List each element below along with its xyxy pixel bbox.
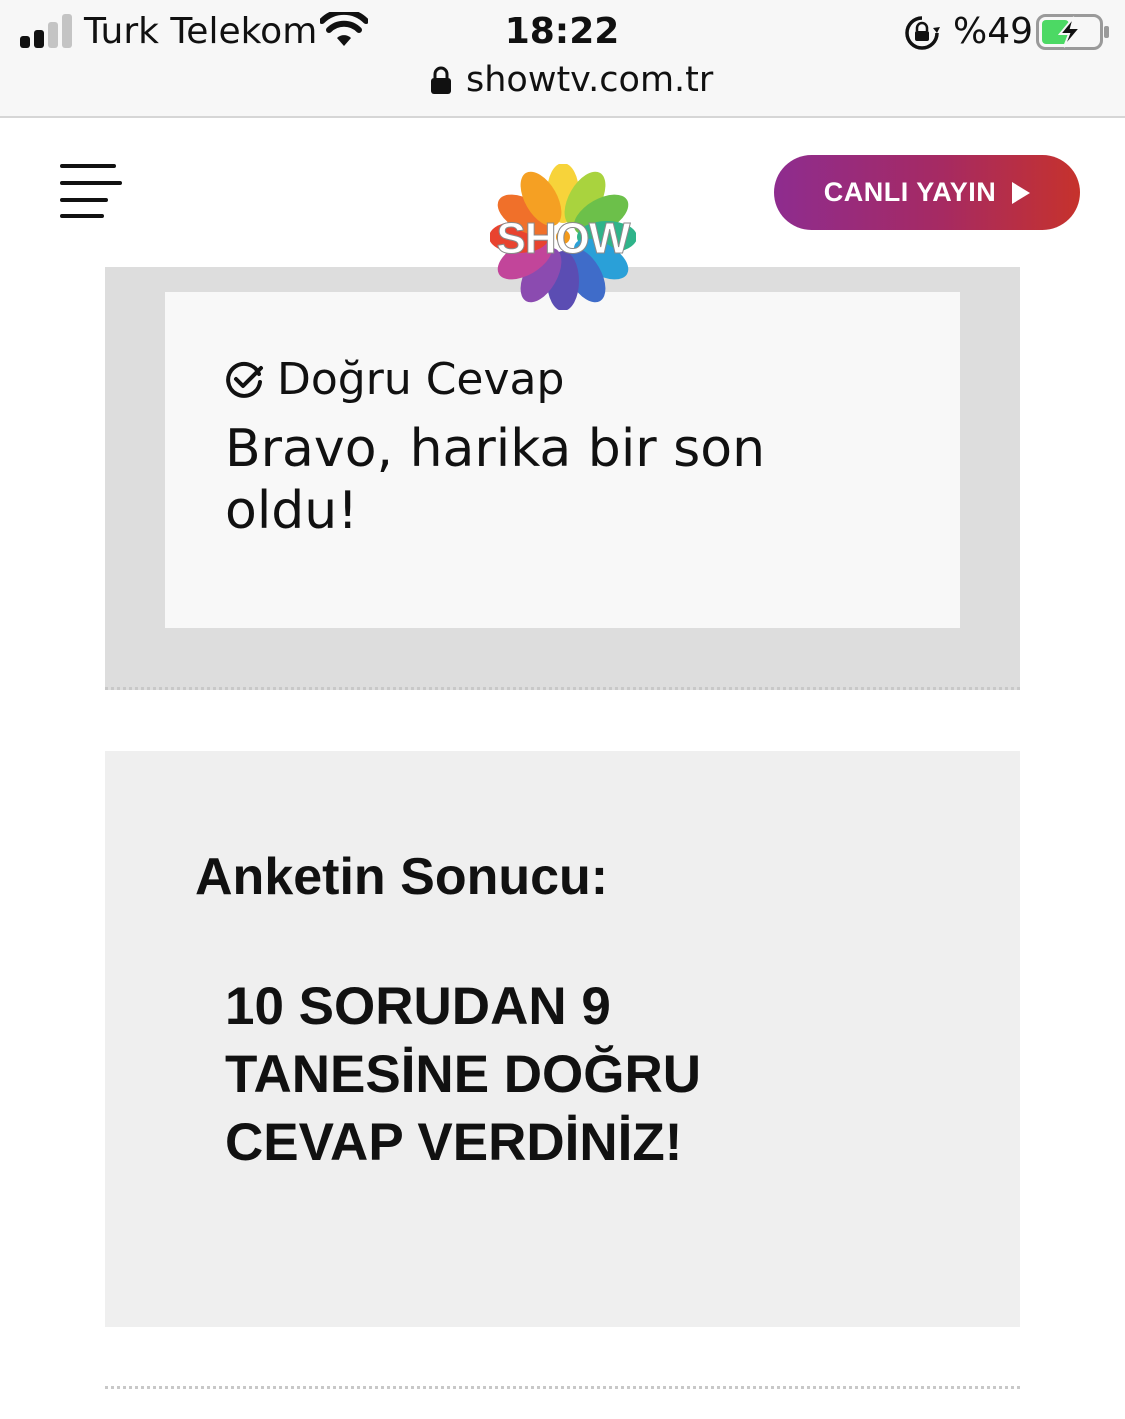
battery-charging-icon [1036,14,1109,50]
play-icon [1012,181,1031,204]
live-button-label: CANLI YAYIN [823,177,997,207]
carrier-name: Turk Telekom [84,11,318,52]
result-title: Anketin Sonucu: [195,848,609,906]
answer-message: Bravo, harika bir son oldu! [225,419,766,541]
rotation-lock-icon [905,16,940,50]
wifi-icon [320,12,368,46]
result-text: 10 SORUDAN 9 TANESİNE DOĞRU CEVAP VERDİN… [225,977,702,1172]
battery-percent: %49 [953,11,1034,52]
address-bar-url[interactable]: showtv.com.tr [466,58,713,102]
section-divider [105,1386,1020,1389]
live-stream-button[interactable]: CANLI YAYIN [774,155,1080,230]
page: Turk Telekom 18:22 %49 showtv.com.tr SHO… [0,0,1125,1419]
hamburger-menu-icon[interactable] [60,164,122,220]
show-logo[interactable]: SHOW [490,164,636,310]
status-time: 18:22 [504,11,620,52]
lock-icon [431,66,451,94]
logo-text: SHOW [497,214,631,263]
answer-section: Doğru Cevap Bravo, harika bir son oldu! [105,267,1020,690]
poll-result-section: Anketin Sonucu: 10 SORUDAN 9 TANESİNE DO… [105,751,1020,1327]
menu-line [60,164,116,168]
menu-line [60,181,122,185]
menu-line [60,198,108,202]
menu-line [60,214,104,218]
check-circle-icon [226,361,263,398]
signal-icon [20,14,72,48]
answer-card: Doğru Cevap Bravo, harika bir son oldu! [165,292,960,628]
answer-status: Doğru Cevap [225,354,564,406]
answer-status-label: Doğru Cevap [277,354,565,405]
browser-top-bar: Turk Telekom 18:22 %49 showtv.com.tr [0,0,1125,118]
